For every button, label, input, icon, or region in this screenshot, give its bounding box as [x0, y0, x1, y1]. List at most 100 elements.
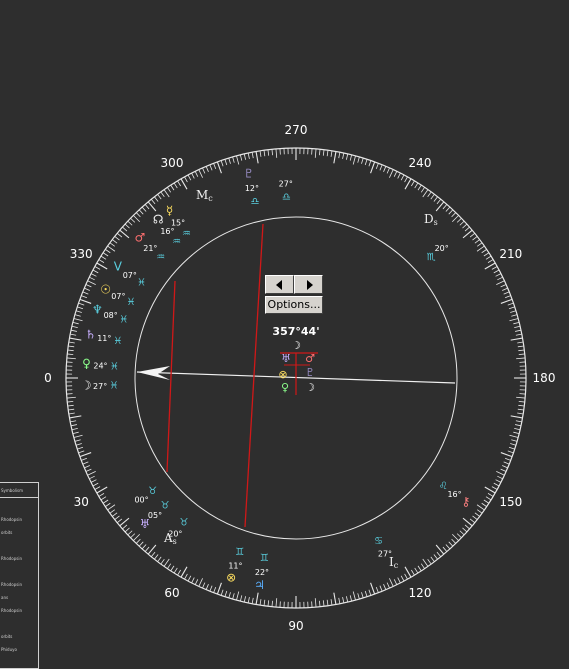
tick-mark — [516, 396, 526, 399]
tick-mark — [79, 452, 92, 458]
tick-mark — [117, 232, 123, 238]
tick-mark — [198, 578, 203, 587]
tick-mark — [504, 295, 511, 299]
prev-button[interactable] — [265, 275, 294, 294]
tick-mark — [77, 446, 84, 450]
tick-mark — [476, 509, 483, 514]
tick-mark — [383, 584, 387, 590]
tick-mark — [338, 597, 341, 604]
right-arrow-icon — [307, 280, 313, 290]
tick-mark — [167, 563, 172, 569]
planet-jupiter: ♃22° ♊ — [254, 553, 269, 592]
tick-mark — [502, 287, 508, 291]
tick-mark — [74, 439, 81, 442]
tick-mark — [243, 596, 247, 603]
tick-mark — [202, 167, 206, 174]
planet-chiron: ⚷16°♌ — [439, 481, 471, 508]
tick-mark — [326, 599, 329, 606]
tick-mark — [163, 189, 170, 198]
tick-mark — [75, 310, 82, 313]
tick-mark — [112, 239, 118, 244]
sign-icon: ♓ — [137, 278, 146, 289]
planet-degree: 27° — [279, 179, 293, 188]
side-panel: Symbolism Rhodopsin orbits Rhodopsin Rhodop… — [0, 482, 39, 669]
tick-mark — [73, 434, 83, 438]
tick-mark — [513, 431, 520, 435]
tick-mark — [94, 486, 101, 490]
tick-mark — [510, 443, 517, 446]
planet-degree: 07° — [123, 271, 137, 280]
tick-mark — [150, 551, 156, 557]
tick-mark — [509, 318, 519, 322]
neptune-icon: ♆ — [92, 303, 103, 317]
tick-mark — [509, 434, 519, 438]
sign-icon: ♎ — [251, 197, 260, 208]
chart-wheel: 0306090120150180210240270300330 357°44' … — [44, 123, 555, 633]
tick-mark — [228, 592, 231, 599]
tick-mark — [319, 149, 321, 156]
tick-mark — [154, 554, 159, 560]
tick-mark — [370, 582, 376, 595]
tick-mark — [213, 586, 217, 593]
tick-mark — [94, 266, 101, 270]
sign-icon: ♉ — [161, 500, 170, 511]
tick-mark — [133, 215, 141, 223]
tick-mark — [163, 558, 170, 567]
ic-angle-label: Ic — [389, 555, 399, 570]
tick-mark — [427, 558, 432, 565]
tick-mark — [68, 341, 75, 344]
tick-mark — [448, 209, 454, 215]
tick-mark — [127, 530, 133, 536]
tick-mark — [322, 149, 325, 156]
left-arrow-icon — [276, 280, 282, 290]
tick-mark — [462, 527, 468, 533]
tick-mark — [379, 164, 383, 171]
tick-mark — [361, 157, 364, 164]
options-button[interactable]: Options... — [265, 296, 323, 314]
tick-mark — [89, 276, 95, 281]
jupiter-icon: ♃ — [254, 578, 265, 592]
tick-mark — [397, 577, 401, 584]
tick-mark — [220, 160, 224, 167]
tick-mark — [496, 280, 505, 285]
tick-mark — [474, 239, 480, 244]
tick-mark — [511, 439, 518, 442]
tick-mark — [508, 306, 515, 310]
degree-label-120: 120 — [409, 586, 432, 600]
center-position-label: 357°44' — [272, 325, 319, 338]
tick-mark — [82, 461, 89, 465]
tick-mark — [464, 524, 470, 530]
tick-mark — [476, 504, 485, 511]
tick-mark — [133, 533, 141, 541]
tick-mark — [107, 245, 116, 252]
tick-mark — [417, 565, 422, 572]
tick-mark — [247, 152, 250, 159]
tick-mark — [209, 585, 213, 592]
tick-mark — [69, 415, 82, 419]
tick-mark — [493, 269, 500, 274]
tick-mark — [263, 599, 266, 606]
tick-mark — [173, 567, 178, 574]
tick-mark — [333, 151, 337, 164]
tick-mark — [411, 180, 415, 187]
tick-mark — [68, 408, 75, 411]
tick-mark — [515, 420, 522, 423]
tick-mark — [135, 212, 141, 218]
tick-mark — [239, 595, 243, 602]
planet-venus: ♀ 24° ♓ — [82, 356, 119, 372]
tick-mark — [517, 345, 524, 348]
tick-mark — [386, 582, 390, 589]
tick-mark — [100, 496, 107, 501]
planet-part-of-fortune: ⊗11° ♊ — [226, 547, 244, 585]
tick-mark — [400, 575, 405, 582]
tick-mark — [400, 174, 405, 181]
planet-degree: 27° — [93, 382, 107, 391]
tick-mark — [504, 457, 511, 461]
tick-mark — [78, 450, 85, 454]
tick-mark — [510, 310, 517, 313]
tick-mark — [157, 194, 162, 200]
tick-mark — [414, 182, 419, 189]
next-button[interactable] — [294, 275, 323, 294]
planet-ds-sign: 20°♏ — [427, 244, 449, 263]
tick-mark — [102, 499, 109, 504]
